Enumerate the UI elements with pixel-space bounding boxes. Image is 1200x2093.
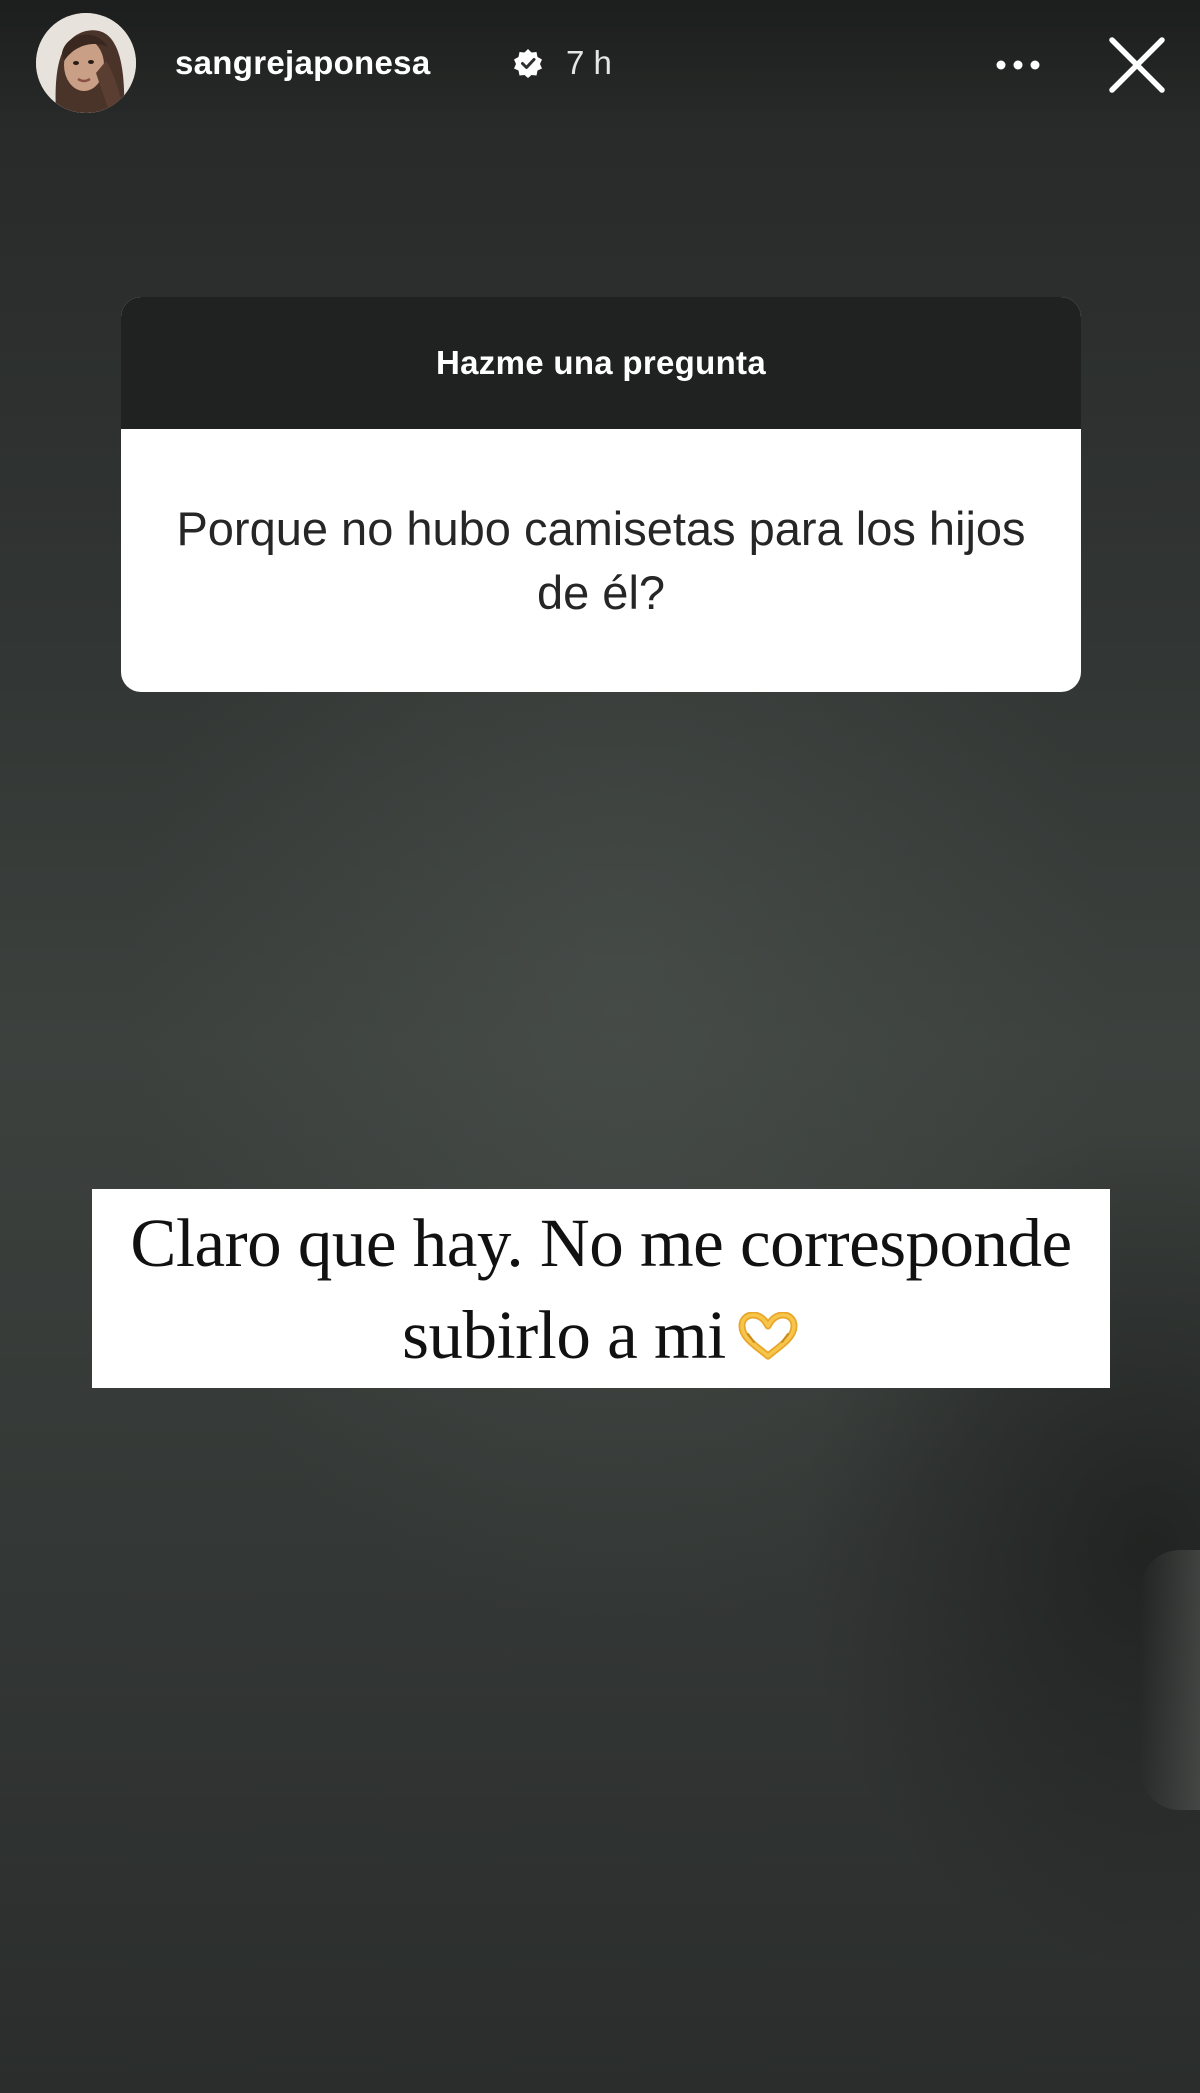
username[interactable]: sangrejaponesa [175, 44, 430, 82]
question-sticker-title: Hazme una pregunta [121, 297, 1081, 429]
avatar-photo [36, 13, 136, 113]
background-wall-edge [1140, 1550, 1200, 1810]
story-header: sangrejaponesa 7 h [0, 0, 1200, 130]
question-text: Porque no hubo camisetas para los hijos … [176, 501, 1026, 619]
question-sticker[interactable]: Hazme una pregunta Porque no hubo camise… [121, 297, 1081, 692]
close-icon[interactable] [1100, 28, 1174, 102]
verified-badge-icon [514, 49, 542, 78]
post-time: 7 h [566, 44, 612, 81]
answer-text: Claro que hay. No me corresponde subirlo… [112, 1197, 1090, 1381]
more-options-icon[interactable] [988, 40, 1048, 90]
answer-text-content: Claro que hay. No me corresponde subirlo… [130, 1204, 1072, 1373]
avatar[interactable] [36, 13, 136, 113]
heart-hands-icon [738, 1311, 798, 1360]
story-view[interactable]: sangrejaponesa 7 h Hazme una pregunta Po… [0, 0, 1200, 2093]
answer-text-box: Claro que hay. No me corresponde subirlo… [92, 1189, 1110, 1388]
